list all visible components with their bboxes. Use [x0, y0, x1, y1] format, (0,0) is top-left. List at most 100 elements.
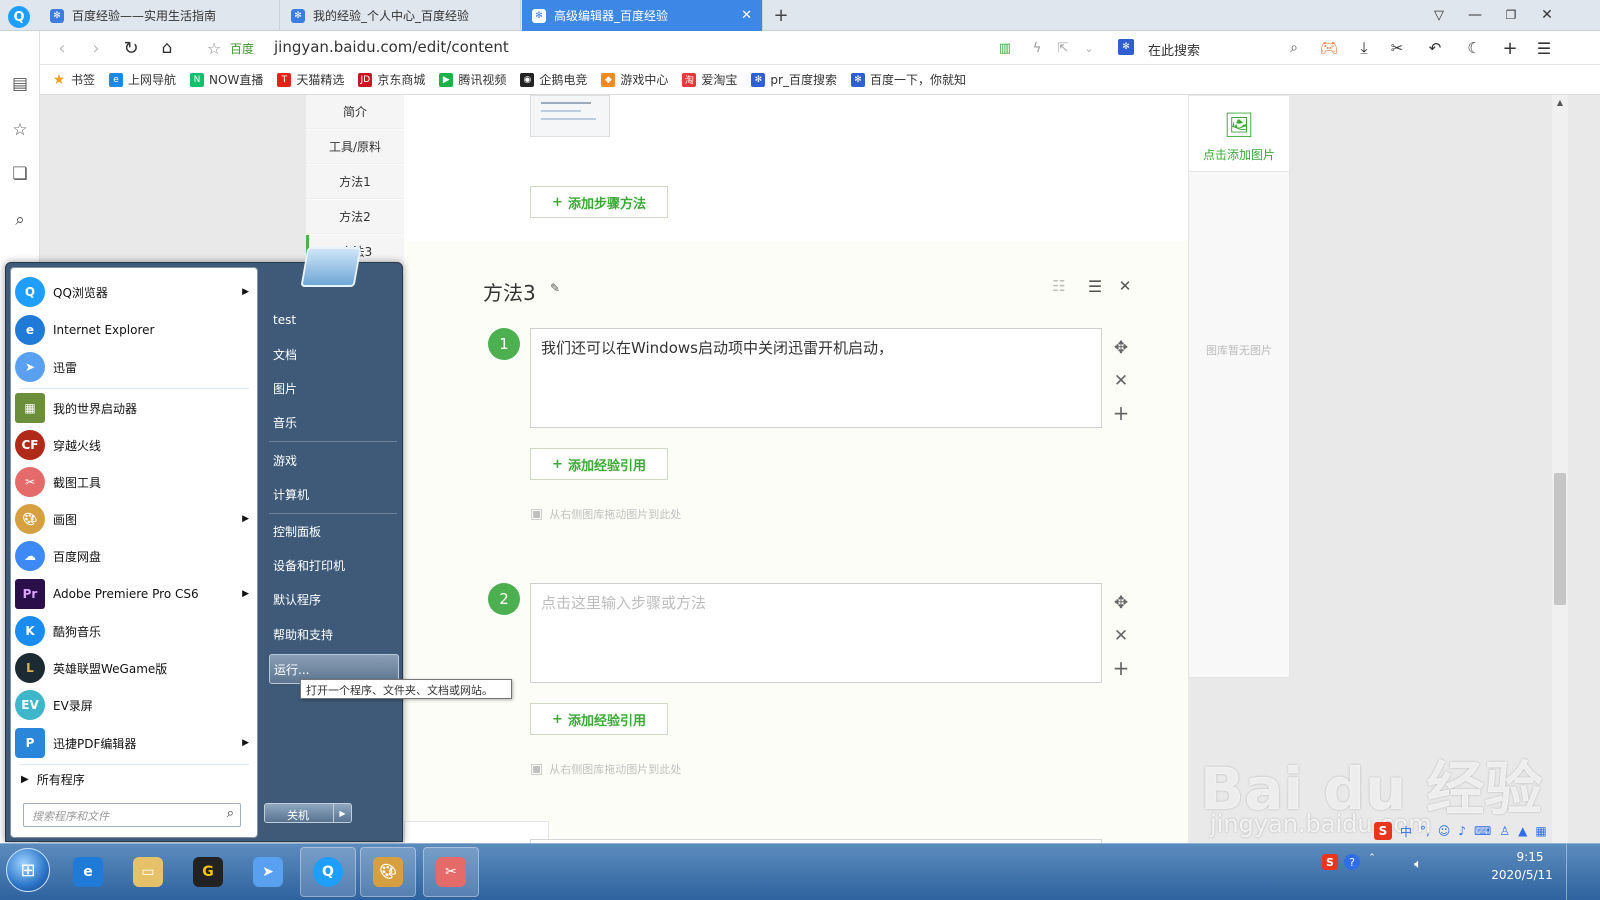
add-step-icon[interactable]: +	[1111, 401, 1131, 425]
keyboard-icon[interactable]: ⌨	[1474, 824, 1491, 838]
night-mode-icon[interactable]: ☾	[1464, 38, 1484, 58]
user-icon[interactable]: ♙	[1499, 824, 1510, 838]
back-icon[interactable]: ‹	[52, 38, 72, 59]
outline-tools[interactable]: 工具/原料	[306, 130, 404, 164]
search-icon[interactable]: ⌕	[9, 209, 31, 231]
start-button[interactable]: ⊞	[6, 848, 50, 892]
qq-browser-logo[interactable]: Q	[8, 6, 30, 28]
program-item[interactable]: ▦ 我的世界启动器	[15, 390, 255, 426]
bookmark-item[interactable]: T 天猫精选	[277, 71, 344, 88]
add-reference-button[interactable]: + 添加经验引用	[530, 448, 668, 480]
bookmark-item[interactable]: ✻ 百度一下，你就知	[850, 71, 966, 88]
tools-icon[interactable]: ▦	[1535, 824, 1546, 838]
bookmark-item[interactable]: 淘爱淘宝	[682, 71, 737, 88]
edit-title-icon[interactable]: ✎	[548, 281, 562, 295]
program-item[interactable]: L 英雄联盟WeGame版	[15, 650, 255, 686]
punctuation-icon[interactable]: °,	[1420, 824, 1430, 838]
program-item[interactable]: EV EV录屏	[15, 687, 255, 723]
tab-3-active[interactable]: ✻ 高级编辑器_百度经验 ✕	[522, 0, 763, 31]
download-icon[interactable]: ⤓	[1354, 38, 1374, 58]
user-picture[interactable]	[300, 247, 362, 287]
ordered-list-icon[interactable]: ☷	[1048, 275, 1070, 297]
shutdown-arrow-icon[interactable]: ▶	[333, 804, 351, 822]
start-right-item[interactable]: 帮助和支持	[269, 619, 399, 649]
news-icon[interactable]: ▤	[9, 73, 31, 95]
taskbar-ie[interactable]: e	[60, 847, 116, 897]
start-right-item[interactable]: test	[269, 305, 399, 335]
emoji-icon[interactable]: ☺	[1438, 824, 1451, 838]
add-icon[interactable]: +	[1500, 38, 1520, 59]
program-item[interactable]: Q QQ浏览器 ▶	[15, 274, 255, 310]
add-image-button[interactable]: 🖼︎ 点击添加图片	[1189, 96, 1289, 172]
taskbar-snipping-tool[interactable]: ✂	[423, 847, 479, 897]
bookmark-item[interactable]: N NOW直播	[190, 71, 263, 88]
start-right-item[interactable]: 设备和打印机	[269, 550, 399, 580]
outline-intro[interactable]: 简介	[306, 95, 404, 129]
bookmark-item[interactable]: ▶ 腾讯视频	[439, 71, 506, 88]
taskbar-paint[interactable]: 🎨︎	[360, 847, 416, 897]
program-item[interactable]: e Internet Explorer	[15, 312, 255, 348]
forward-icon[interactable]: ›	[86, 38, 106, 59]
taskbar-explorer[interactable]: ▭	[120, 847, 176, 897]
start-right-item[interactable]: 控制面板	[269, 516, 399, 546]
outline-method1[interactable]: 方法1	[306, 165, 404, 199]
reading-icon[interactable]: ❏	[9, 163, 31, 185]
search-icon[interactable]: ⌕	[227, 806, 234, 821]
start-right-item[interactable]: 计算机	[269, 479, 399, 509]
add-step-icon[interactable]: +	[1111, 656, 1131, 680]
page-scrollbar[interactable]: ▲	[1552, 95, 1568, 843]
sogou-icon[interactable]: S	[1374, 822, 1392, 840]
shutdown-button[interactable]: 关机 ▶	[264, 803, 352, 823]
taskbar-app-g[interactable]: G	[180, 847, 236, 897]
url-field[interactable]: jingyan.baidu.com/edit/content	[274, 38, 509, 56]
delete-step-icon[interactable]: ✕	[1111, 371, 1131, 391]
scroll-up-icon[interactable]: ▲	[1555, 97, 1565, 107]
bookmark-item[interactable]: ✻ pr_百度搜索	[751, 71, 837, 88]
tab-2[interactable]: ✻ 我的经验_个人中心_百度经验	[281, 0, 521, 31]
delete-section-icon[interactable]: ✕	[1114, 275, 1136, 297]
move-icon[interactable]: ✥	[1111, 338, 1131, 358]
sogou-ime-icon[interactable]: S	[1322, 854, 1338, 870]
home-icon[interactable]: ⌂	[156, 37, 178, 59]
search-field[interactable]: 在此搜索	[1148, 40, 1200, 59]
game-icon[interactable]: 🎮︎	[1318, 38, 1340, 58]
step-1-input[interactable]: 我们还可以在Windows启动项中关闭迅雷开机启动，	[530, 328, 1102, 428]
favorite-star-icon[interactable]: ☆	[204, 38, 224, 58]
add-step-button[interactable]: + 添加步骤方法	[530, 186, 668, 218]
program-item[interactable]: ☁ 百度网盘	[15, 538, 255, 574]
start-right-item[interactable]: 默认程序	[269, 584, 399, 614]
cn-mode-icon[interactable]: 中	[1400, 823, 1412, 840]
new-tab-icon[interactable]: +	[771, 5, 791, 26]
program-item[interactable]: CF 穿越火线	[15, 427, 255, 463]
skin-icon[interactable]: ▲	[1518, 824, 1527, 838]
program-item[interactable]: ➤ 迅雷	[15, 349, 255, 385]
bookmark-item[interactable]: ◆ 游戏中心	[601, 71, 668, 88]
reload-icon[interactable]: ↻	[120, 37, 142, 59]
show-desktop-button[interactable]	[1566, 844, 1600, 900]
outline-method2[interactable]: 方法2	[306, 200, 404, 234]
clock-date[interactable]: 2020/5/11	[1484, 868, 1560, 882]
start-search-input[interactable]: 搜索程序和文件 ⌕	[23, 803, 241, 827]
program-item[interactable]: Pr Adobe Premiere Pro CS6 ▶	[15, 576, 255, 612]
program-item[interactable]: P 迅捷PDF编辑器 ▶	[15, 725, 255, 761]
tab-1[interactable]: ✻ 百度经验——实用生活指南	[40, 0, 280, 31]
bookmark-item[interactable]: ◉ 企鹅电竞	[520, 71, 587, 88]
reader-icon[interactable]: ▥	[996, 39, 1014, 57]
step-thumbnail[interactable]	[530, 95, 610, 137]
bookmark-item[interactable]: ★ 书签	[52, 71, 95, 88]
search-icon[interactable]: ⌕	[1284, 38, 1304, 58]
menu-icon[interactable]: ☰	[1534, 38, 1554, 58]
help-icon[interactable]: ?	[1344, 854, 1360, 870]
move-icon[interactable]: ✥	[1111, 593, 1131, 613]
delete-step-icon[interactable]: ✕	[1111, 626, 1131, 646]
start-right-item[interactable]: 游戏	[269, 445, 399, 475]
start-right-item[interactable]: 图片	[269, 373, 399, 403]
share-icon[interactable]: ⇱	[1054, 39, 1072, 57]
list-icon[interactable]: ☰	[1084, 275, 1106, 297]
voice-icon[interactable]: ♪	[1458, 824, 1466, 838]
taskbar-thunder[interactable]: ➤	[240, 847, 296, 897]
favorites-icon[interactable]: ☆	[9, 119, 31, 141]
program-item[interactable]: 🎨︎ 画图 ▶	[15, 501, 255, 537]
scroll-thumb[interactable]	[1554, 473, 1566, 605]
flash-icon[interactable]: ϟ	[1028, 39, 1046, 57]
